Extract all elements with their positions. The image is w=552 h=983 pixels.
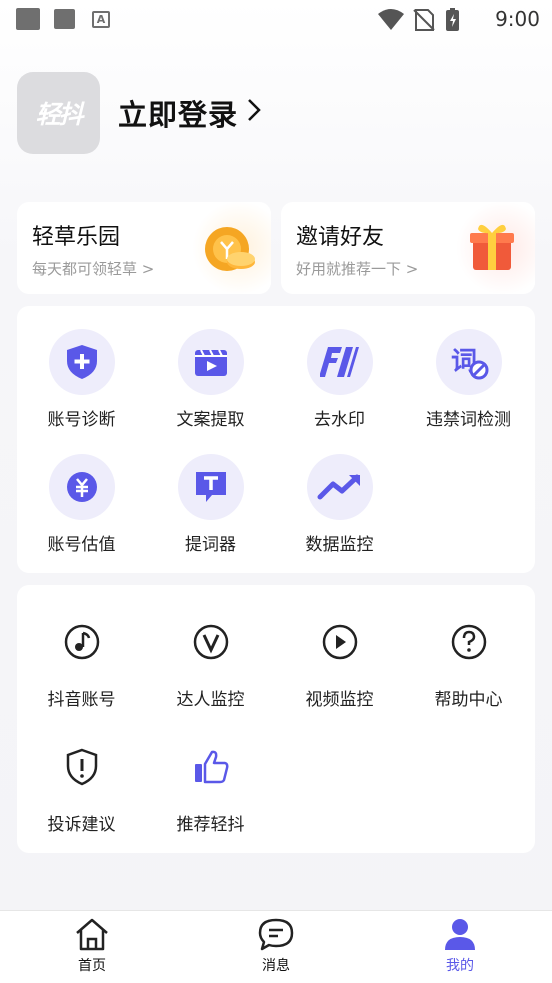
promo-title: 邀请好友: [296, 225, 385, 250]
tool-label: 去水印: [314, 410, 365, 430]
tool-label: 文案提取: [176, 410, 245, 430]
service-label: 视频监控: [305, 690, 374, 710]
wifi-icon: [378, 9, 404, 30]
teleprompter-icon: [177, 454, 244, 520]
tool-label: 违禁词检测: [426, 410, 511, 430]
invite-friends-card[interactable]: 邀请好友 好用就推荐一下 >: [281, 202, 535, 294]
notification-icon: [54, 9, 75, 29]
service-video-monitor[interactable]: 视频监控: [275, 609, 404, 710]
v-badge-icon: [178, 609, 244, 675]
service-complaints[interactable]: 投诉建议: [17, 734, 146, 835]
tool-label: 账号诊断: [47, 410, 116, 430]
service-label: 推荐轻抖: [176, 815, 245, 835]
avatar-logo-text: 轻抖: [35, 100, 83, 129]
remove-watermark-icon: [306, 329, 373, 395]
yuan-coin-icon: [48, 454, 115, 520]
tool-copy-extract[interactable]: 文案提取: [146, 329, 275, 430]
nav-messages[interactable]: 消息: [236, 917, 316, 975]
bottom-nav: 首页 消息 我的: [0, 910, 552, 983]
status-bar: A 9:00: [0, 0, 552, 40]
service-influencer-monitor[interactable]: 达人监控: [146, 609, 275, 710]
gift-icon: [455, 202, 535, 294]
home-icon: [76, 918, 108, 951]
promo-subtitle: 好用就推荐一下 >: [296, 260, 419, 278]
tool-account-valuation[interactable]: 账号估值: [17, 454, 146, 555]
nav-mine[interactable]: 我的: [420, 917, 500, 975]
service-douyin-account[interactable]: 抖音账号: [17, 609, 146, 710]
login-label: 立即登录: [118, 98, 239, 132]
tool-label: 数据监控: [305, 535, 374, 555]
tool-label: 提词器: [185, 535, 236, 555]
tool-forbidden-word-check[interactable]: 词 违禁词检测: [404, 329, 533, 430]
tool-teleprompter[interactable]: 提词器: [146, 454, 275, 555]
report-shield-icon: [49, 734, 115, 800]
shield-plus-icon: [48, 329, 115, 395]
nav-label: 我的: [446, 958, 474, 974]
more-services-card: 抖音账号 达人监控 视频监控 帮助中心 投诉建议 推荐轻抖: [17, 585, 535, 853]
thumbs-up-icon: [178, 734, 244, 800]
promo-title: 轻草乐园: [32, 225, 121, 250]
service-label: 抖音账号: [47, 690, 116, 710]
tool-data-monitor[interactable]: 数据监控: [275, 454, 404, 555]
grass-park-card[interactable]: 轻草乐园 每天都可领轻草 >: [17, 202, 271, 294]
service-label: 达人监控: [176, 690, 245, 710]
help-icon: [436, 609, 502, 675]
service-label: 投诉建议: [47, 815, 116, 835]
message-icon: [258, 918, 294, 951]
no-sim-icon: [413, 9, 435, 31]
service-label: 帮助中心: [434, 690, 503, 710]
battery-icon: [446, 8, 459, 31]
music-note-icon: [49, 609, 115, 675]
service-help-center[interactable]: 帮助中心: [404, 609, 533, 710]
play-circle-icon: [307, 609, 373, 675]
login-button[interactable]: 立即登录: [118, 92, 262, 134]
tool-account-diagnosis[interactable]: 账号诊断: [17, 329, 146, 430]
promo-subtitle: 每天都可领轻草 >: [32, 260, 155, 278]
nav-label: 消息: [262, 958, 290, 974]
coin-icon: [191, 202, 271, 294]
forbidden-word-icon: 词: [435, 329, 502, 395]
system-icons: [376, 7, 486, 37]
chevron-right-icon: [246, 97, 262, 130]
avatar[interactable]: 轻抖: [17, 72, 100, 154]
trend-up-icon: [306, 454, 373, 520]
tool-label: 账号估值: [47, 535, 116, 555]
nav-label: 首页: [78, 958, 106, 974]
service-recommend-app[interactable]: 推荐轻抖: [146, 734, 275, 835]
text-notification-icon: A: [92, 11, 110, 28]
tools-card: 账号诊断 文案提取 去水印 词 违禁词检测 账号估值 提词器 数据监控: [17, 306, 535, 573]
user-icon: [445, 919, 475, 950]
notification-icon: [16, 8, 40, 30]
tool-remove-watermark[interactable]: 去水印: [275, 329, 404, 430]
clock: 9:00: [495, 7, 540, 31]
video-clapper-icon: [177, 329, 244, 395]
nav-home[interactable]: 首页: [52, 917, 132, 975]
